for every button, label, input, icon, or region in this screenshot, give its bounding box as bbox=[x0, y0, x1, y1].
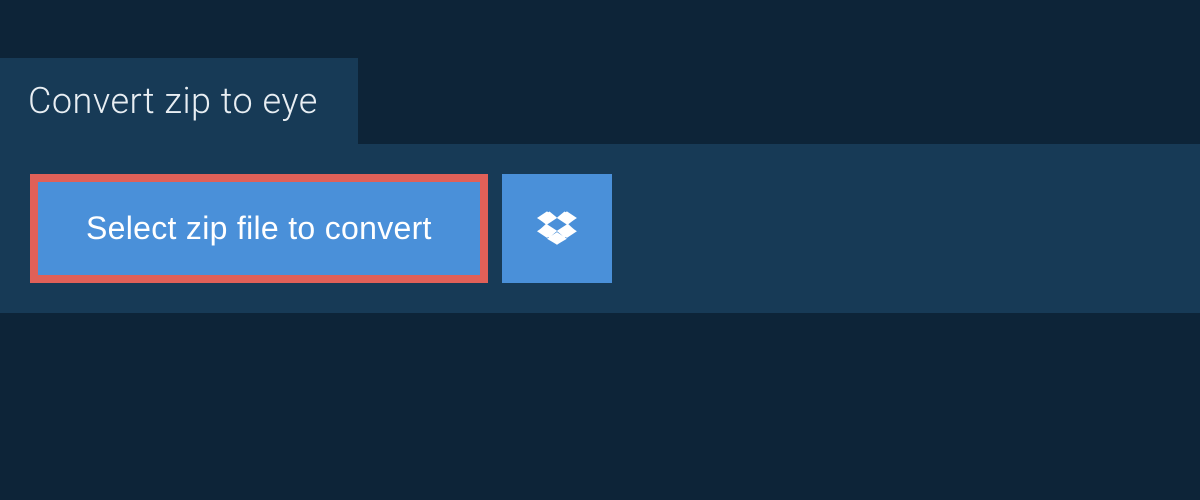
select-file-label: Select zip file to convert bbox=[86, 210, 432, 246]
select-file-highlight: Select zip file to convert bbox=[30, 174, 488, 283]
select-file-button[interactable]: Select zip file to convert bbox=[38, 182, 480, 275]
dropbox-button[interactable] bbox=[502, 174, 612, 283]
dropbox-icon bbox=[536, 208, 578, 250]
action-row: Select zip file to convert bbox=[30, 174, 1170, 283]
tab-title: Convert zip to eye bbox=[28, 80, 318, 122]
converter-panel: Select zip file to convert bbox=[0, 144, 1200, 313]
converter-tab[interactable]: Convert zip to eye bbox=[0, 58, 358, 144]
